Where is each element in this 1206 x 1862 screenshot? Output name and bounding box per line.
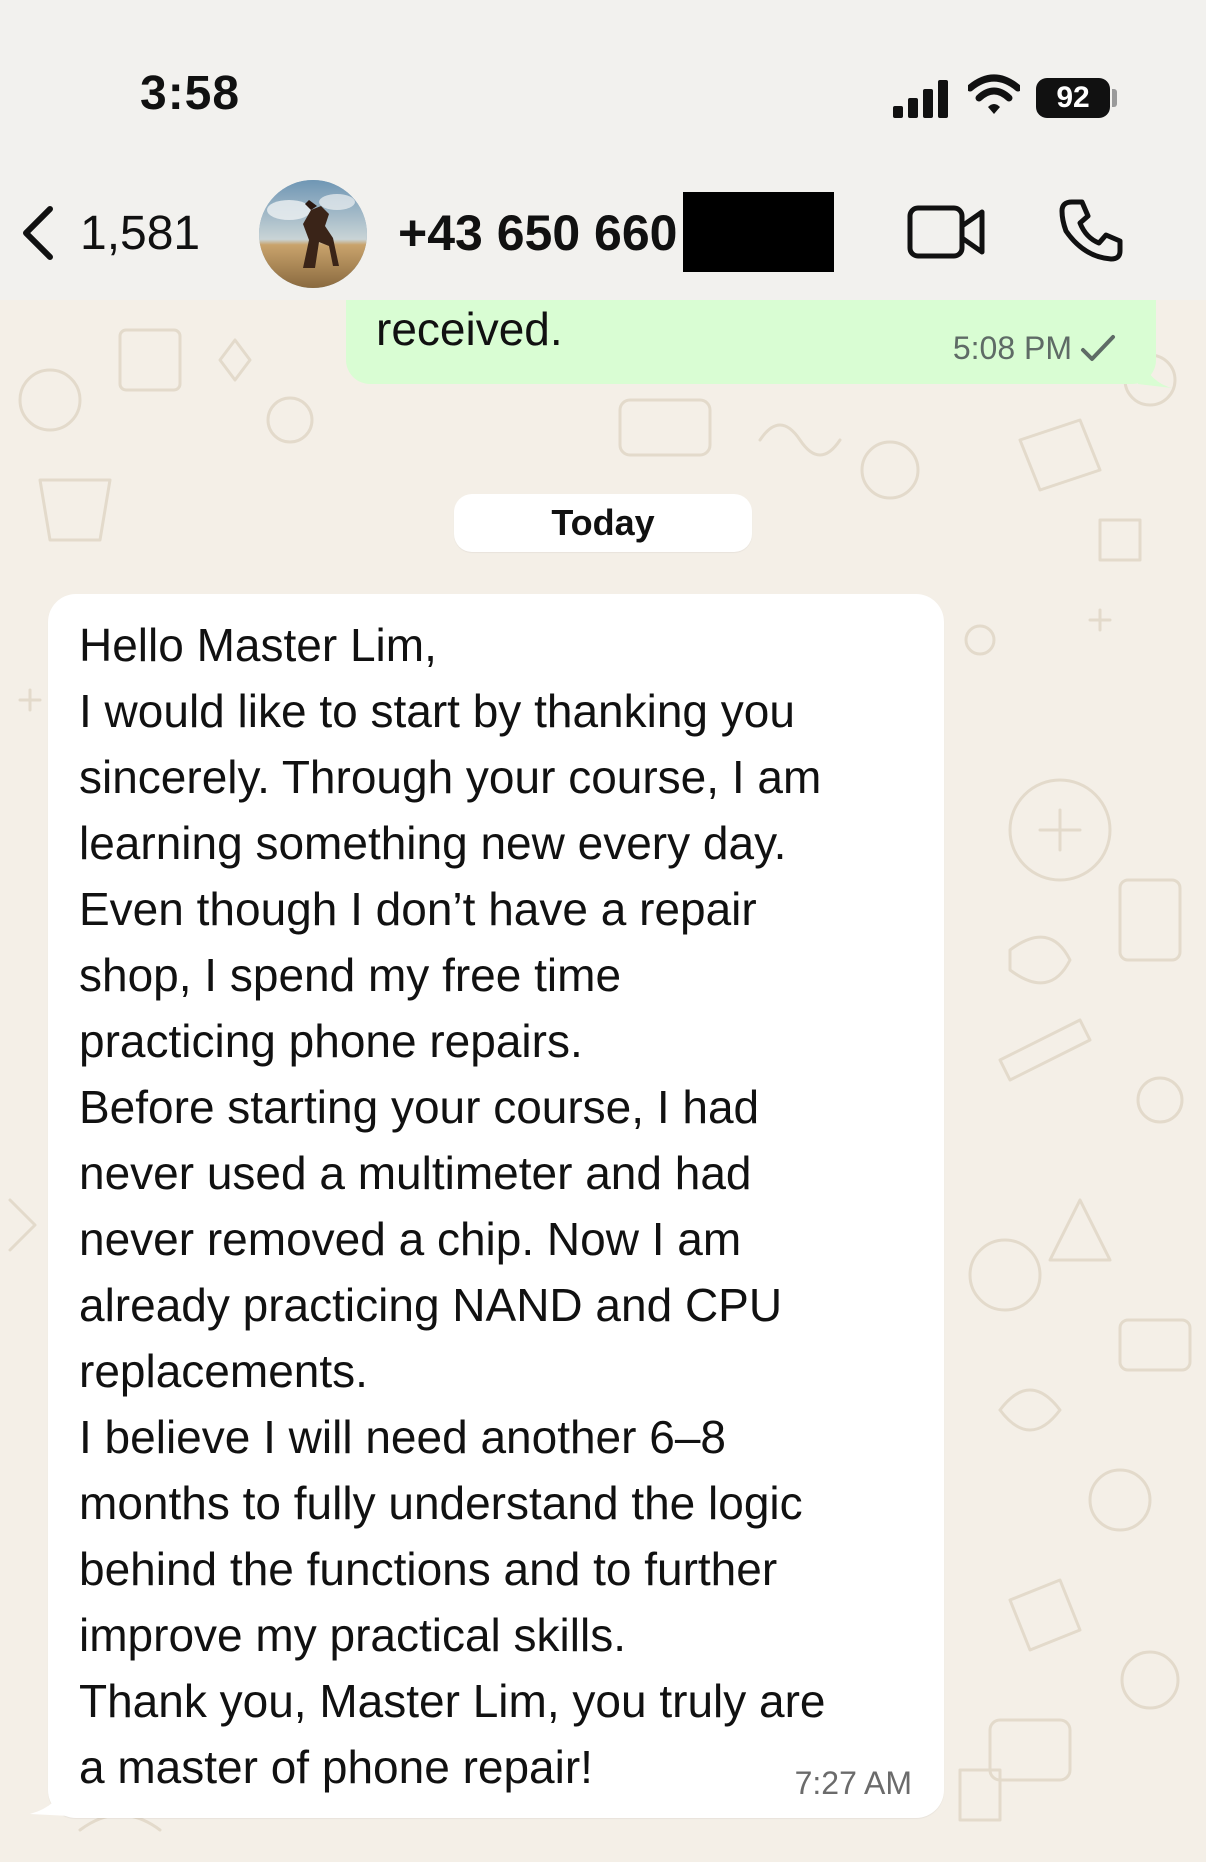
status-time: 3:58 [140, 67, 241, 120]
back-chevron-icon [23, 206, 53, 260]
incoming-message-bubble[interactable]: Hello Master Lim, I would like to start … [48, 594, 944, 1818]
message-line: months to fully understand the logic [79, 1477, 803, 1529]
video-call-icon[interactable] [906, 204, 988, 260]
message-line: Before starting your course, I had [79, 1081, 760, 1133]
battery-level: 92 [1056, 81, 1090, 114]
incoming-bubble-tail [30, 1776, 70, 1816]
message-line: never used a multimeter and had [79, 1147, 752, 1199]
outgoing-message-time: 5:08 PM [952, 330, 1072, 366]
phone-icon[interactable] [1058, 198, 1124, 264]
message-line: Hello Master Lim, [79, 619, 437, 671]
unread-count: 1,581 [80, 206, 201, 260]
outgoing-message-bubble[interactable]: received. 5:08 PM [346, 300, 1156, 384]
message-line: I would like to start by thanking you [79, 685, 795, 737]
avatar[interactable] [259, 180, 367, 288]
message-line: shop, I spend my free time [79, 949, 622, 1001]
message-line: already practicing NAND and CPU [79, 1279, 783, 1331]
redaction-box [683, 192, 834, 272]
status-bar: 3:58 92 [0, 0, 1206, 170]
battery-icon: 92 [1036, 78, 1110, 118]
wifi-icon [968, 74, 1020, 114]
message-line: I believe I will need another 6–8 [79, 1411, 726, 1463]
message-line: Thank you, Master Lim, you truly are [79, 1675, 826, 1727]
message-line: practicing phone repairs. [79, 1015, 583, 1067]
incoming-message-time: 7:27 AM [794, 1765, 912, 1801]
back-button[interactable]: 1,581 [18, 198, 200, 268]
check-icon [1081, 334, 1115, 361]
contact-name[interactable]: +43 650 660 [398, 204, 688, 262]
message-line: never removed a chip. Now I am [79, 1213, 742, 1265]
message-line: sincerely. Through your course, I am [79, 751, 822, 803]
chat-header: 1,581 +43 650 660 [0, 170, 1206, 300]
message-line: Even though I don’t have a repair [79, 883, 757, 935]
avatar-horse [259, 180, 367, 288]
outgoing-bubble-tail [1138, 352, 1172, 388]
message-line: replacements. [79, 1345, 368, 1397]
message-line: behind the functions and to further [79, 1543, 778, 1595]
signal-icon [893, 80, 948, 118]
message-line: improve my practical skills. [79, 1609, 626, 1661]
outgoing-message-meta: 5:08 PM [953, 330, 1116, 367]
outgoing-message-text: received. [376, 303, 563, 355]
battery-tip [1112, 89, 1117, 107]
incoming-message-text: Hello Master Lim, I would like to start … [79, 612, 924, 1800]
message-line: learning something new every day. [79, 817, 787, 869]
date-separator: Today [454, 494, 752, 552]
